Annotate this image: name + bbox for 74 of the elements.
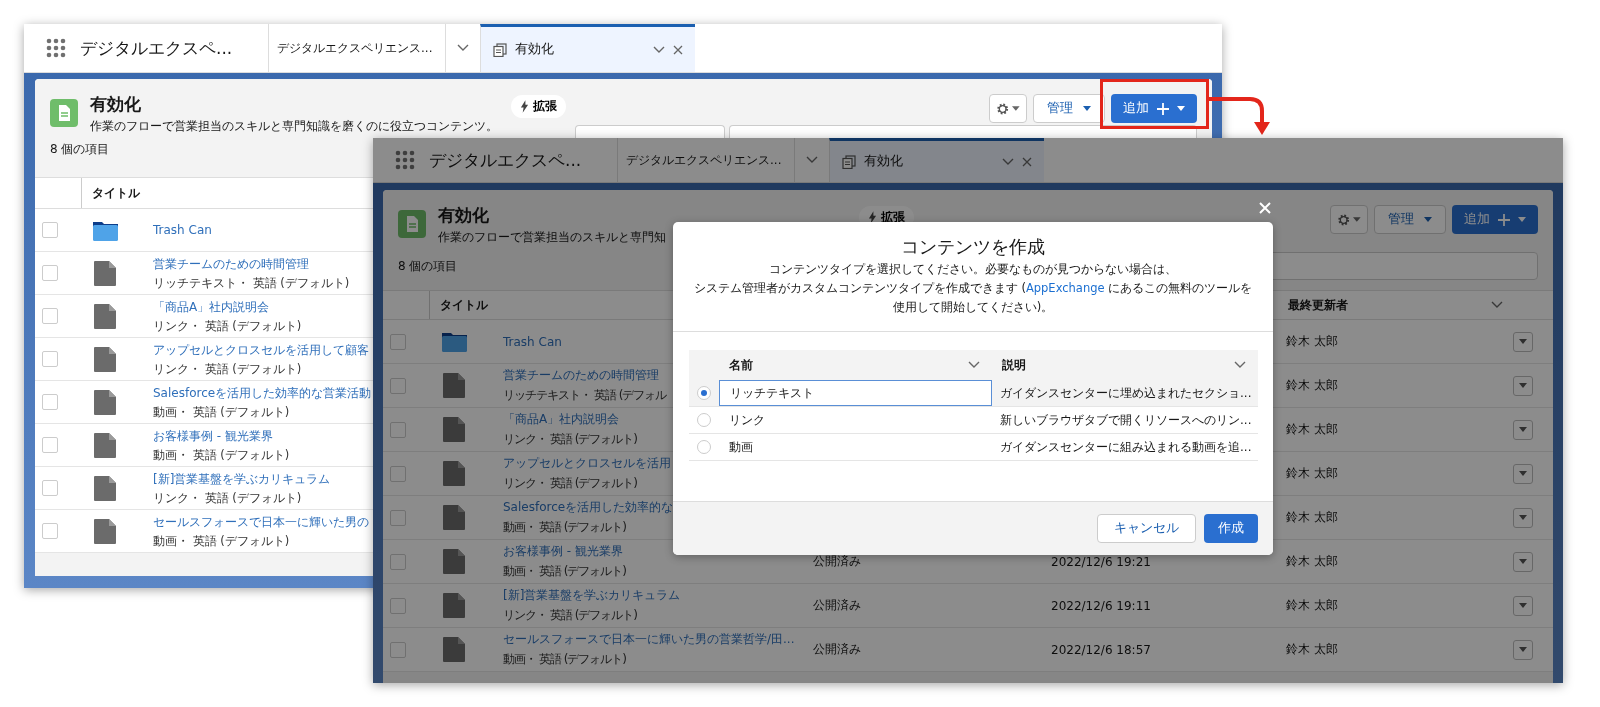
content-link[interactable]: セールスフォースで日本一に輝いた男の営業哲学/田... bbox=[503, 631, 795, 648]
date-text: 2022/12/6 19:21 bbox=[1051, 554, 1152, 569]
owner-name: 鈴木 太郎 bbox=[1286, 553, 1339, 570]
item-count: 8 個の項目 bbox=[398, 257, 458, 275]
type-name[interactable]: 動画 bbox=[719, 434, 992, 460]
content-meta: リンク・ 英語 (デフォルト) bbox=[503, 431, 637, 448]
column-header[interactable]: 名前 bbox=[729, 356, 753, 374]
page-title: 有効化 bbox=[90, 93, 142, 116]
status-text: 公開済み bbox=[813, 641, 862, 658]
manage-button[interactable]: 管理 bbox=[1033, 94, 1105, 123]
page-description: 作業のフローで営業担当のスキルと専門知識を磨くのに役立つコンテンツ。 bbox=[90, 118, 499, 135]
column-header[interactable]: 最終更新者 bbox=[1288, 296, 1348, 314]
add-button[interactable]: 追加 bbox=[1111, 94, 1197, 123]
type-description: ガイダンスセンターに埋め込まれたセクショ... bbox=[999, 384, 1253, 402]
content-meta: 動画・ 英語 (デフォルト) bbox=[153, 533, 290, 549]
content-link[interactable]: アップセルとクロスセルを活用して顧客 bbox=[153, 341, 369, 359]
content-link[interactable]: 「商品A」社内説明会 bbox=[153, 298, 270, 316]
content-meta: リンク・ 英語 (デフォルト) bbox=[153, 361, 302, 377]
content-link[interactable]: 営業チームのための時間管理 bbox=[503, 367, 659, 384]
content-link[interactable]: Trash Can bbox=[503, 334, 562, 349]
owner-name: 鈴木 太郎 bbox=[1286, 597, 1339, 614]
content-link[interactable]: 「商品A」社内説明会 bbox=[503, 411, 620, 428]
type-description: 新しいブラウザタブで開くリソースへのリン... bbox=[999, 411, 1253, 429]
page-title: 有効化 bbox=[438, 204, 490, 227]
dialog-description: コンテンツタイプを選択してください。必要なものが見つからない場合は、 システム管理者がカスタムコンテンツタイプを作成できます (AppExchange にあるこの無料のツールを 使用して開始してください)。 bbox=[693, 261, 1253, 316]
manage-button[interactable]: 管理 bbox=[1374, 205, 1446, 234]
owner-name: 鈴木 太郎 bbox=[1286, 509, 1339, 526]
content-link[interactable]: お客様事例 - 観光業界 bbox=[153, 427, 273, 445]
content-meta: リンク・ 英語 (デフォルト) bbox=[503, 475, 637, 492]
content-link[interactable]: Trash Can bbox=[153, 223, 212, 237]
create-button[interactable]: 作成 bbox=[1204, 514, 1258, 543]
content-meta: 動画・ 英語 (デフォルト) bbox=[503, 651, 626, 668]
date-text: 2022/12/6 18:57 bbox=[1051, 642, 1152, 657]
content-meta: 動画・ 英語 (デフォルト) bbox=[503, 519, 626, 536]
type-description: ガイダンスセンターに組み込まれる動画を追... bbox=[999, 438, 1253, 456]
owner-name: 鈴木 太郎 bbox=[1286, 377, 1339, 394]
tab[interactable]: 有効化 bbox=[829, 138, 1044, 182]
app-title: デジタルエクスペ... bbox=[80, 36, 233, 60]
status-text: 公開済み bbox=[813, 553, 862, 570]
content-link[interactable]: セールスフォースで日本一に輝いた男の bbox=[153, 513, 369, 531]
app-title: デジタルエクスペ... bbox=[429, 148, 582, 172]
cancel-button[interactable]: キャンセル bbox=[1097, 514, 1196, 543]
appexchange-link[interactable]: AppExchange bbox=[1025, 281, 1105, 295]
column-header[interactable]: タイトル bbox=[81, 178, 371, 208]
owner-name: 鈴木 太郎 bbox=[1286, 465, 1339, 482]
owner-name: 鈴木 太郎 bbox=[1286, 333, 1339, 350]
content-link[interactable]: 営業チームのための時間管理 bbox=[153, 255, 309, 273]
type-name[interactable]: リッチテキスト bbox=[719, 380, 992, 406]
add-button[interactable]: 追加 bbox=[1452, 205, 1538, 234]
item-count: 8 個の項目 bbox=[50, 141, 110, 158]
status-text: 公開済み bbox=[813, 597, 862, 614]
date-text: 2022/12/6 19:11 bbox=[1051, 598, 1152, 613]
dialog-title: コンテンツを作成 bbox=[901, 236, 1045, 258]
content-meta: リンク・ 英語 (デフォルト) bbox=[153, 490, 302, 506]
content-meta: 動画・ 英語 (デフォルト) bbox=[503, 563, 626, 580]
content-link[interactable]: アップセルとクロスセルを活用 bbox=[503, 455, 671, 472]
column-header[interactable]: 説明 bbox=[1002, 356, 1026, 374]
content-meta: リッチテキスト・ 英語 (デフォル bbox=[503, 387, 667, 404]
content-meta: 動画・ 英語 (デフォルト) bbox=[153, 404, 290, 420]
page-description: 作業のフローで営業担当のスキルと専門知 bbox=[438, 229, 667, 246]
content-link[interactable]: [新]営業基盤を学ぶカリキュラム bbox=[153, 470, 331, 488]
content-meta: リッチテキスト・ 英語 (デフォルト) bbox=[153, 275, 350, 291]
owner-name: 鈴木 太郎 bbox=[1286, 641, 1339, 658]
content-link[interactable]: Salesforceを活用した効率的な bbox=[503, 499, 674, 516]
content-link[interactable]: [新]営業基盤を学ぶカリキュラム bbox=[503, 587, 681, 604]
owner-name: 鈴木 太郎 bbox=[1286, 421, 1339, 438]
tab[interactable]: 有効化 bbox=[480, 24, 695, 72]
content-link[interactable]: Salesforceを活用した効率的な営業活動 bbox=[153, 384, 372, 402]
type-name[interactable]: リンク bbox=[719, 407, 992, 433]
boost-button[interactable]: 拡張 bbox=[511, 95, 566, 118]
content-link[interactable]: お客様事例 - 観光業界 bbox=[503, 543, 623, 560]
content-meta: リンク・ 英語 (デフォルト) bbox=[153, 318, 302, 334]
content-meta: 動画・ 英語 (デフォルト) bbox=[153, 447, 290, 463]
content-meta: リンク・ 英語 (デフォルト) bbox=[503, 607, 637, 624]
